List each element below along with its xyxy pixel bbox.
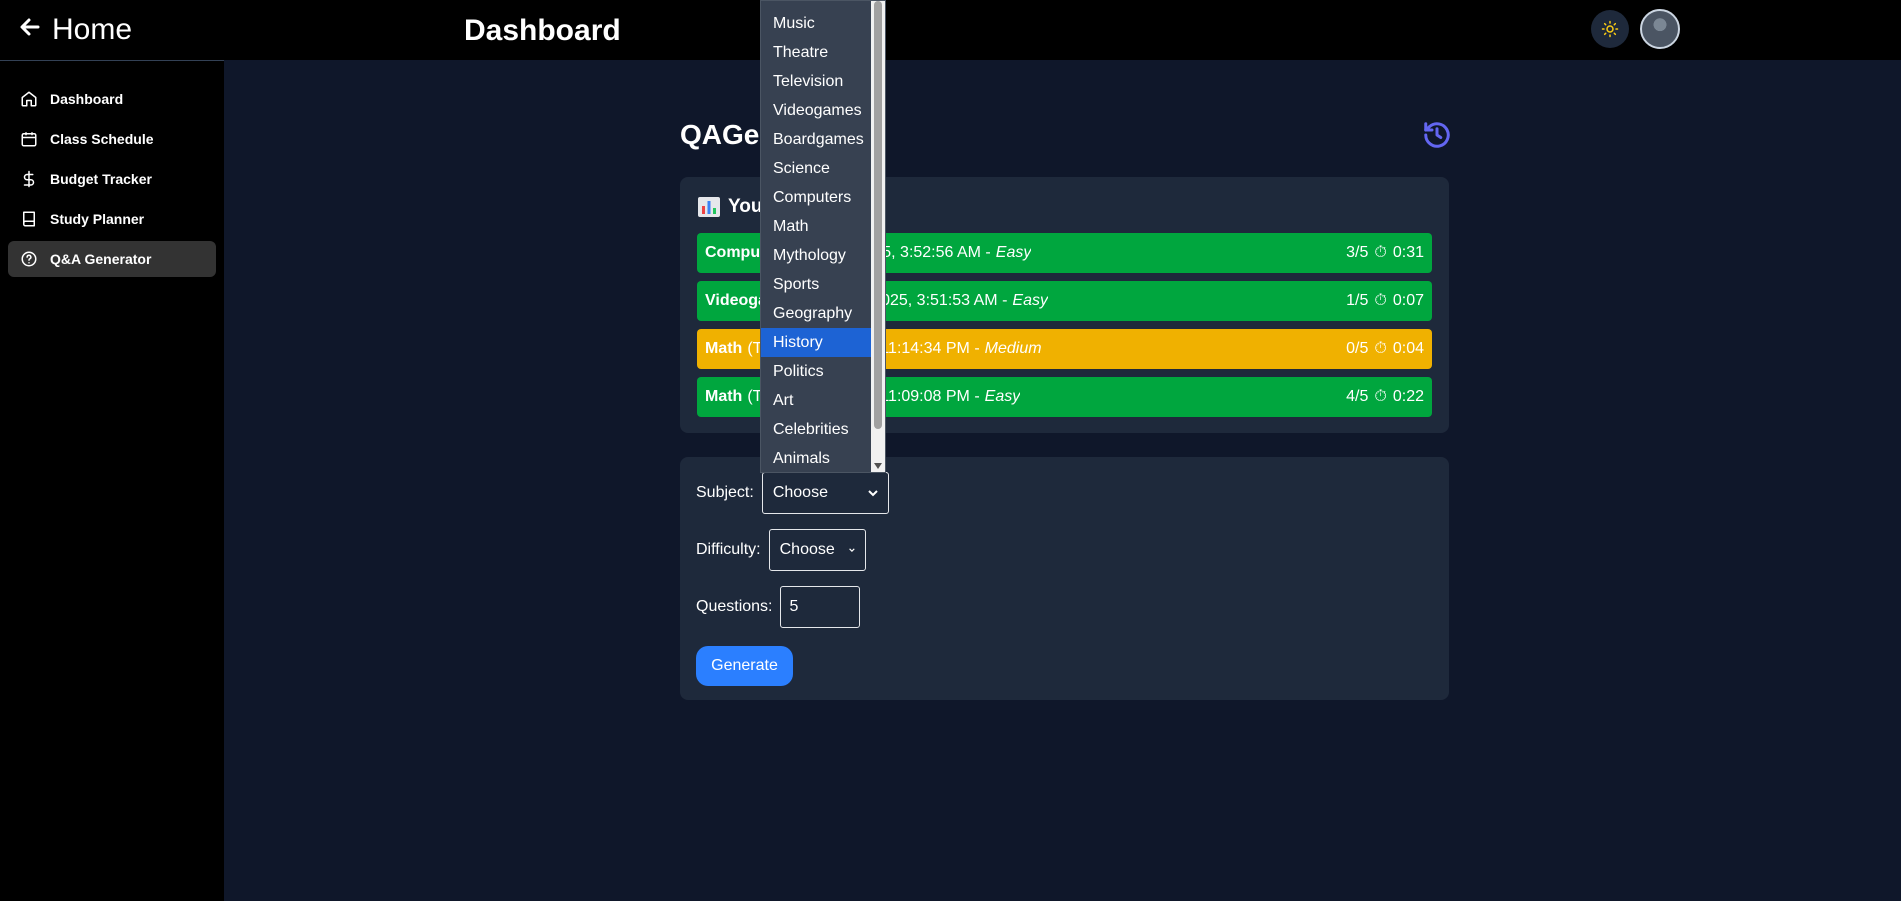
questions-row: Questions: 5 [696, 586, 861, 628]
sidebar-item-label: Study Planner [50, 211, 145, 227]
dropdown-option-science[interactable]: Science [761, 154, 871, 183]
result-score: 0/5 [1346, 340, 1369, 357]
result-time: 0:22 [1392, 388, 1424, 405]
result-subject: Math [705, 340, 743, 357]
result-time: 0:07 [1392, 292, 1424, 309]
stopwatch-icon: ⏱ [1374, 388, 1387, 405]
sidebar-item-budget-tracker[interactable]: Budget Tracker [8, 161, 216, 197]
stopwatch-icon: ⏱ [1374, 244, 1387, 261]
result-difficulty: Easy [995, 244, 1032, 261]
scrollbar-thumb[interactable] [874, 1, 882, 429]
difficulty-select-value: Choose [779, 541, 835, 558]
sidebar-item-dashboard[interactable]: Dashboard [8, 81, 216, 117]
dropdown-option-boardgames[interactable]: Boardgames [761, 125, 871, 154]
dropdown-option-mythology[interactable]: Mythology [761, 241, 871, 270]
generate-button[interactable]: Generate [696, 646, 793, 686]
result-subject: Videoga [705, 292, 767, 309]
dropdown-option-animals[interactable]: Animals [761, 444, 871, 472]
dropdown-option-celebrities[interactable]: Celebrities [761, 415, 871, 444]
book-icon [23, 211, 35, 227]
subject-select[interactable]: Choose [761, 472, 889, 514]
calendar-icon [21, 132, 37, 147]
home-label: Home [52, 13, 133, 46]
results-title-text: You [728, 196, 763, 217]
result-score: 3/5 [1346, 244, 1369, 261]
sidebar-item-label: Budget Tracker [50, 171, 152, 187]
dropdown-option-theatre[interactable]: Theatre [761, 38, 871, 67]
result-difficulty: Medium [984, 340, 1042, 357]
dropdown-option-math[interactable]: Math [761, 212, 871, 241]
sidebar-item-label: Q&A Generator [50, 251, 152, 267]
result-detail-time: , 11:14:34 PM - [871, 340, 980, 357]
subject-row: Subject: Choose [696, 472, 889, 514]
home-icon [21, 91, 37, 107]
dropdown-option-videogames[interactable]: Videogames [761, 96, 871, 125]
difficulty-row: Difficulty: Choose [696, 529, 866, 571]
questions-label: Questions: [696, 598, 773, 615]
dropdown-option-art[interactable]: Art [761, 386, 871, 415]
dropdown-option-computers[interactable]: Computers [761, 183, 871, 212]
dropdown-option-television[interactable]: Television [761, 67, 871, 96]
difficulty-label: Difficulty: [696, 541, 761, 558]
scroll-down-icon[interactable] [874, 463, 882, 469]
sidebar-item-label: Class Schedule [50, 131, 154, 147]
result-difficulty: Easy [1012, 292, 1048, 309]
stopwatch-icon: ⏱ [1374, 292, 1387, 309]
result-time: 0:31 [1392, 244, 1424, 261]
result-subject: Math [705, 388, 743, 405]
page-title: Dashboard [464, 14, 621, 47]
sidebar-item-class-schedule[interactable]: Class Schedule [8, 121, 216, 157]
top-bar: Home Dashboard [0, 0, 1901, 60]
dropdown-option-music[interactable]: Music [761, 9, 871, 38]
chevron-down-icon [848, 548, 855, 552]
chevron-down-icon [868, 490, 878, 497]
bar-chart-icon [698, 197, 720, 217]
theme-toggle-button[interactable] [1591, 10, 1629, 48]
arrow-left-icon [18, 14, 42, 46]
questions-input[interactable]: 5 [780, 586, 861, 628]
history-icon [1424, 122, 1450, 148]
result-score: 4/5 [1346, 388, 1369, 405]
results-title: You [698, 196, 762, 218]
result-detail-time: , 11:09:08 PM - [871, 388, 980, 405]
sidebar: Dashboard Class Schedule Budget Tracker … [0, 60, 224, 901]
subject-dropdown-list[interactable]: Music Theatre Television Videogames Boardgam… [760, 0, 886, 473]
sidebar-item-qa-generator[interactable]: Q&A Generator [8, 241, 216, 277]
sun-icon [1601, 20, 1619, 38]
sidebar-item-label: Dashboard [50, 91, 124, 107]
result-difficulty: Easy [984, 388, 1021, 405]
difficulty-select[interactable]: Choose [768, 529, 866, 571]
qa-title: QAGe [680, 119, 760, 150]
avatar[interactable] [1640, 9, 1680, 49]
dropdown-option-sports[interactable]: Sports [761, 270, 871, 299]
dollar-icon [23, 170, 35, 188]
stopwatch-icon: ⏱ [1374, 340, 1387, 357]
subject-select-value: Choose [772, 484, 828, 501]
subject-label: Subject: [696, 484, 754, 501]
dropdown-option-history[interactable]: History [761, 328, 871, 357]
sidebar-item-study-planner[interactable]: Study Planner [8, 201, 216, 237]
result-subject: Compu [705, 244, 761, 261]
history-button[interactable] [1422, 120, 1452, 150]
dropdown-option-politics[interactable]: Politics [761, 357, 871, 386]
dropdown-scrollbar[interactable] [871, 1, 885, 472]
generator-form: Subject: Choose Difficulty: Choose Quest… [680, 457, 1449, 700]
result-score: 1/5 [1346, 292, 1369, 309]
dropdown-option-geography[interactable]: Geography [761, 299, 871, 328]
home-link[interactable]: Home [18, 12, 132, 48]
help-circle-icon [21, 251, 37, 267]
result-time: 0:04 [1392, 340, 1424, 357]
